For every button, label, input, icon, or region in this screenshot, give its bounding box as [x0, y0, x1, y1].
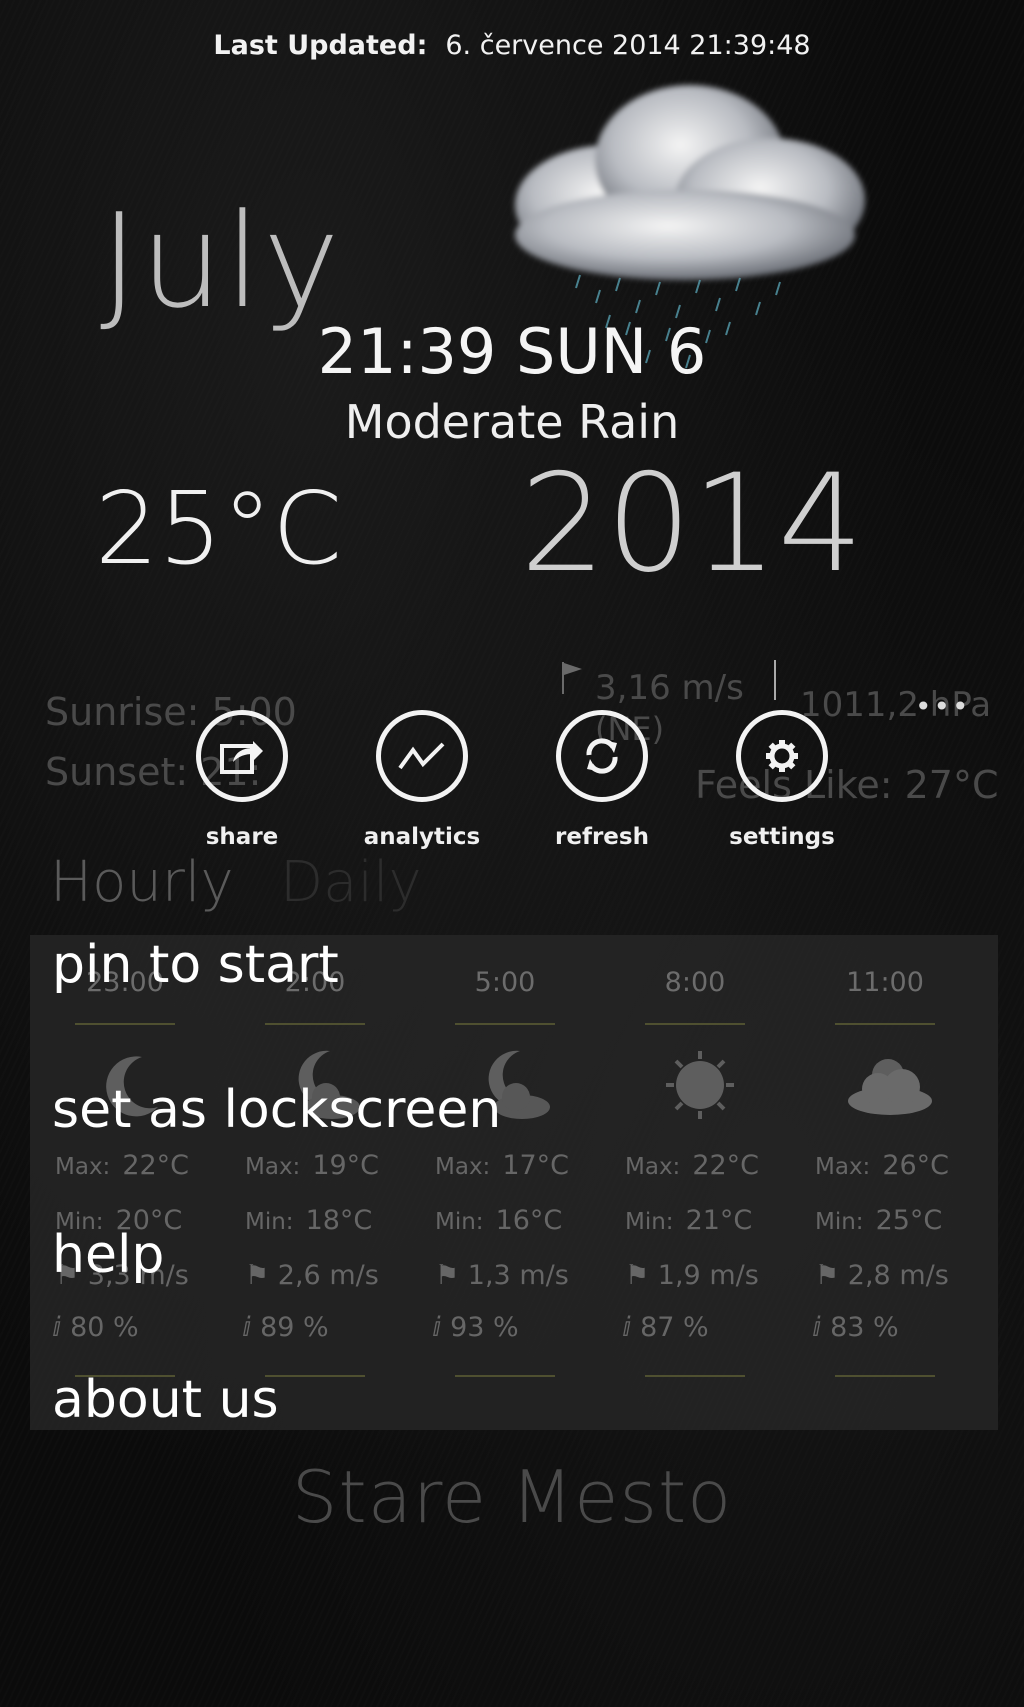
temperature-label: 25°C [95, 470, 343, 587]
forecast-humidity: ⅈ 93 % [432, 1312, 519, 1343]
raindrops-icon: ⅈ [52, 1312, 71, 1343]
last-updated-label: Last Updated: [213, 30, 428, 61]
forecast-humidity: ⅈ 80 % [52, 1312, 139, 1343]
time-day-text: 21:39 SUN 6 [317, 315, 707, 388]
settings-label: settings [729, 824, 835, 850]
divider [75, 1023, 175, 1025]
forecast-wind: ⚑ 1,9 m/s [625, 1260, 759, 1291]
menu-item-set-as-lockscreen[interactable]: set as lockscreen [52, 1080, 501, 1140]
analytics-button[interactable]: analytics [347, 710, 497, 850]
settings-button-ring [736, 710, 828, 802]
hourly-forecast-panel: 23:00 Max: 22°C Min: 20°C ⚑ 3,3 m/s ⅈ 80 %… [30, 935, 998, 1430]
share-icon [220, 741, 263, 774]
forecast-wind: ⚑ 1,3 m/s [435, 1260, 569, 1291]
divider [265, 1023, 365, 1025]
wind-flag-icon: ⚑ [245, 1260, 278, 1291]
forecast-max: Max: 19°C [245, 1150, 380, 1181]
forecast-column: 23:00 Max: 22°C Min: 20°C ⚑ 3,3 m/s ⅈ 80 % [30, 935, 220, 1430]
sun-cloud-icon [848, 1059, 932, 1115]
analytics-button-ring [376, 710, 468, 802]
divider [645, 1023, 745, 1025]
refresh-button[interactable]: refresh [527, 710, 677, 850]
divider [774, 660, 776, 700]
condition-label: Moderate Rain [344, 395, 680, 449]
wind-flag-icon: ⚑ [435, 1260, 468, 1291]
refresh-button-ring [556, 710, 648, 802]
forecast-humidity: ⅈ 89 % [242, 1312, 329, 1343]
menu-item-about-us[interactable]: about us [52, 1370, 279, 1430]
divider [835, 1375, 935, 1377]
forecast-max: Max: 22°C [625, 1150, 760, 1181]
forecast-time: 5:00 [474, 967, 536, 998]
last-updated-value: 6. července 2014 21:39:48 [445, 30, 811, 61]
tab-daily[interactable]: Daily [280, 850, 422, 915]
divider [455, 1023, 555, 1025]
analytics-icon [398, 742, 445, 770]
raindrops-icon: ⅈ [622, 1312, 641, 1343]
forecast-wind: ⚑ 2,8 m/s [815, 1260, 949, 1291]
raindrops-icon: ⅈ [242, 1312, 261, 1343]
wind-flag-icon [562, 662, 582, 694]
forecast-min: Min: 25°C [815, 1205, 943, 1236]
share-button[interactable]: share [167, 710, 317, 850]
share-label: share [205, 824, 279, 850]
analytics-label: analytics [363, 824, 481, 850]
year-label: 2014 [520, 445, 864, 602]
raindrops-icon: ⅈ [812, 1312, 831, 1343]
raindrops-icon: ⅈ [432, 1312, 451, 1343]
share-button-ring [196, 710, 288, 802]
forecast-max: Max: 22°C [55, 1150, 190, 1181]
forecast-column: 2:00 Max: 19°C Min: 18°C ⚑ 2,6 m/s ⅈ 89 % [220, 935, 410, 1430]
forecast-min: Min: 18°C [245, 1205, 373, 1236]
wind-flag-icon: ⚑ [625, 1260, 658, 1291]
sun-icon [666, 1051, 734, 1119]
forecast-humidity: ⅈ 83 % [812, 1312, 899, 1343]
city-label: Stare Mesto [291, 1455, 733, 1539]
forecast-time: 8:00 [664, 967, 726, 998]
divider [455, 1375, 555, 1377]
divider [835, 1023, 935, 1025]
forecast-wind: ⚑ 2,6 m/s [245, 1260, 379, 1291]
forecast-time: 11:00 [846, 967, 924, 998]
last-updated: Last Updated: 6. července 2014 21:39:48 [0, 30, 1024, 61]
gear-icon [766, 740, 798, 772]
settings-button[interactable]: settings [707, 710, 857, 850]
divider [265, 1375, 365, 1377]
forecast-max: Max: 17°C [435, 1150, 570, 1181]
forecast-column: 11:00 Max: 26°C Min: 25°C ⚑ 2,8 m/s ⅈ 83 % [790, 935, 980, 1430]
more-dots[interactable]: ••• [915, 690, 971, 723]
divider [645, 1375, 745, 1377]
time-day-label: 21:39 SUN 6 [0, 315, 1024, 388]
menu-item-pin-to-start[interactable]: pin to start [52, 935, 339, 995]
forecast-max: Max: 26°C [815, 1150, 950, 1181]
refresh-icon [586, 738, 618, 774]
menu-item-help[interactable]: help [52, 1225, 164, 1285]
tab-hourly[interactable]: Hourly [50, 850, 234, 915]
forecast-humidity: ⅈ 87 % [622, 1312, 709, 1343]
wind-speed-label: 3,16 m/s [595, 668, 744, 708]
forecast-min: Min: 16°C [435, 1205, 563, 1236]
forecast-column: 8:00 Max: 22°C Min: 21°C ⚑ 1,9 m/s ⅈ 87 % [600, 935, 790, 1430]
forecast-column: 5:00 Max: 17°C Min: 16°C ⚑ 1,3 m/s ⅈ 93 % [410, 935, 600, 1430]
forecast-min: Min: 21°C [625, 1205, 753, 1236]
wind-flag-icon: ⚑ [815, 1260, 848, 1291]
refresh-label: refresh [555, 824, 649, 850]
